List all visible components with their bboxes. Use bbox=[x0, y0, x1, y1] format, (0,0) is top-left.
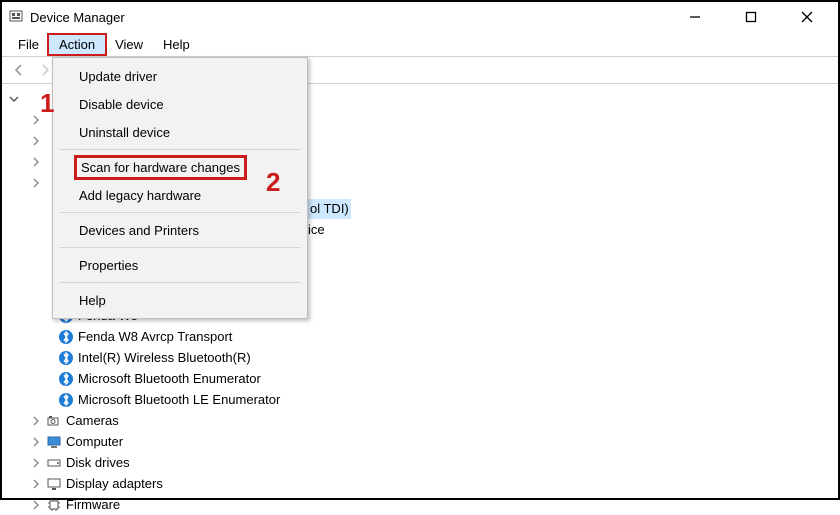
tree-item-label: ol TDI) bbox=[308, 199, 351, 219]
tree-item-label: Firmware bbox=[66, 495, 120, 515]
menu-separator bbox=[59, 212, 301, 213]
menu-help[interactable]: Help bbox=[153, 35, 200, 54]
close-button[interactable] bbox=[792, 7, 822, 27]
annotation-2: 2 bbox=[266, 167, 280, 198]
tree-item-label: Intel(R) Wireless Bluetooth(R) bbox=[78, 348, 251, 368]
display-icon bbox=[46, 476, 62, 492]
tree-item-label: Cameras bbox=[66, 411, 119, 431]
tree-item-label: ice bbox=[308, 220, 325, 240]
tree-item-label: Microsoft Bluetooth Enumerator bbox=[78, 369, 261, 389]
tree-item-peek2[interactable]: ice bbox=[308, 219, 325, 240]
bluetooth-icon bbox=[58, 392, 74, 408]
tree-item-selected-peek[interactable]: ol TDI) bbox=[308, 198, 351, 219]
tree-item-bluetooth-child[interactable]: Fenda W8 Avrcp Transport bbox=[8, 326, 838, 347]
annotation-1: 1 bbox=[40, 88, 54, 119]
chevron-right-icon[interactable] bbox=[30, 177, 42, 189]
monitor-icon bbox=[46, 434, 62, 450]
tree-node-disk-drives[interactable]: Disk drives bbox=[8, 452, 838, 473]
menu-separator bbox=[59, 282, 301, 283]
tree-item-label: Disk drives bbox=[66, 453, 130, 473]
tree-node-display-adapters[interactable]: Display adapters bbox=[8, 473, 838, 494]
chevron-right-icon[interactable] bbox=[30, 415, 42, 427]
bluetooth-icon bbox=[58, 329, 74, 345]
chevron-down-icon[interactable] bbox=[8, 93, 20, 105]
menu-file[interactable]: File bbox=[8, 35, 49, 54]
disk-icon bbox=[46, 455, 62, 471]
tree-item-bluetooth-child[interactable]: Microsoft Bluetooth LE Enumerator bbox=[8, 389, 838, 410]
chip-icon bbox=[46, 497, 62, 513]
back-button[interactable] bbox=[8, 59, 30, 81]
bluetooth-icon bbox=[58, 350, 74, 366]
menu-view[interactable]: View bbox=[105, 35, 153, 54]
menu-update-driver[interactable]: Update driver bbox=[53, 62, 307, 90]
menu-devices-and-printers[interactable]: Devices and Printers bbox=[53, 216, 307, 244]
tree-item-bluetooth-child[interactable]: Microsoft Bluetooth Enumerator bbox=[8, 368, 838, 389]
chevron-right-icon[interactable] bbox=[30, 457, 42, 469]
tree-node-cameras[interactable]: Cameras bbox=[8, 410, 838, 431]
menu-bar: File Action View Help bbox=[2, 32, 838, 56]
menu-action[interactable]: Action bbox=[49, 35, 105, 54]
chevron-right-icon[interactable] bbox=[30, 156, 42, 168]
title-bar: Device Manager bbox=[2, 2, 838, 32]
window-title: Device Manager bbox=[30, 10, 125, 25]
tree-item-bluetooth-child[interactable]: Intel(R) Wireless Bluetooth(R) bbox=[8, 347, 838, 368]
tree-item-label: Computer bbox=[66, 432, 123, 452]
window-controls bbox=[680, 7, 832, 27]
tree-item-label: Fenda W8 Avrcp Transport bbox=[78, 327, 232, 347]
menu-disable-device[interactable]: Disable device bbox=[53, 90, 307, 118]
menu-separator bbox=[59, 247, 301, 248]
menu-help-item[interactable]: Help bbox=[53, 286, 307, 314]
chevron-right-icon[interactable] bbox=[30, 436, 42, 448]
chevron-right-icon[interactable] bbox=[30, 478, 42, 490]
maximize-button[interactable] bbox=[736, 7, 766, 27]
tree-node-firmware[interactable]: Firmware bbox=[8, 494, 838, 515]
menu-separator bbox=[59, 149, 301, 150]
menu-uninstall-device[interactable]: Uninstall device bbox=[53, 118, 307, 146]
app-icon bbox=[8, 9, 24, 25]
menu-properties[interactable]: Properties bbox=[53, 251, 307, 279]
chevron-right-icon[interactable] bbox=[30, 135, 42, 147]
tree-item-label: Display adapters bbox=[66, 474, 163, 494]
tree-node-computer[interactable]: Computer bbox=[8, 431, 838, 452]
minimize-button[interactable] bbox=[680, 7, 710, 27]
tree-item-label: Microsoft Bluetooth LE Enumerator bbox=[78, 390, 280, 410]
bluetooth-icon bbox=[58, 371, 74, 387]
chevron-right-icon[interactable] bbox=[30, 499, 42, 511]
camera-icon bbox=[46, 413, 62, 429]
